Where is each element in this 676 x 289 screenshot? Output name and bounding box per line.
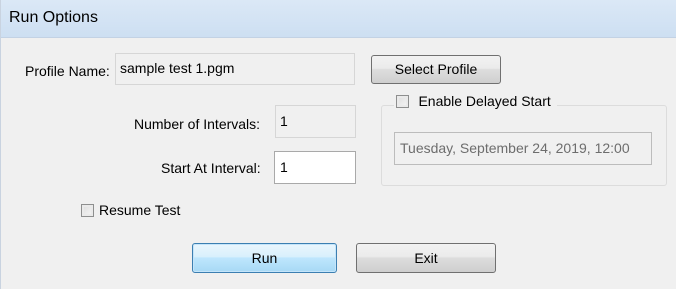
delayed-start-legend[interactable]: Enable Delayed Start (394, 93, 557, 115)
profile-name-label: Profile Name: (25, 63, 110, 79)
enable-delayed-start-checkbox[interactable] (396, 95, 409, 108)
delayed-start-datetime-picker: Tuesday, September 24, 2019, 12:00 (394, 132, 652, 165)
select-profile-button[interactable]: Select Profile (371, 55, 501, 84)
profile-name-field: sample test 1.pgm (115, 53, 355, 85)
number-of-intervals-field: 1 (275, 105, 356, 138)
enable-delayed-start-label: Enable Delayed Start (418, 93, 551, 109)
window-title: Run Options (9, 9, 98, 26)
start-at-interval-label: Start At Interval: (161, 160, 261, 176)
delayed-start-datetime-value: Tuesday, September 24, 2019, 12:00 (400, 140, 630, 156)
exit-button[interactable]: Exit (356, 243, 496, 273)
profile-name-value: sample test 1.pgm (120, 60, 235, 76)
start-at-interval-value: 1 (280, 159, 288, 175)
resume-test-checkbox[interactable] (81, 204, 94, 217)
resume-test-label: Resume Test (99, 202, 181, 218)
start-at-interval-input[interactable]: 1 (274, 151, 356, 184)
run-options-dialog: Run Options Profile Name: sample test 1.… (0, 0, 676, 289)
number-of-intervals-label: Number of Intervals: (134, 116, 261, 132)
title-bar[interactable]: Run Options (1, 0, 676, 38)
run-button[interactable]: Run (192, 243, 337, 273)
number-of-intervals-value: 1 (280, 113, 288, 129)
